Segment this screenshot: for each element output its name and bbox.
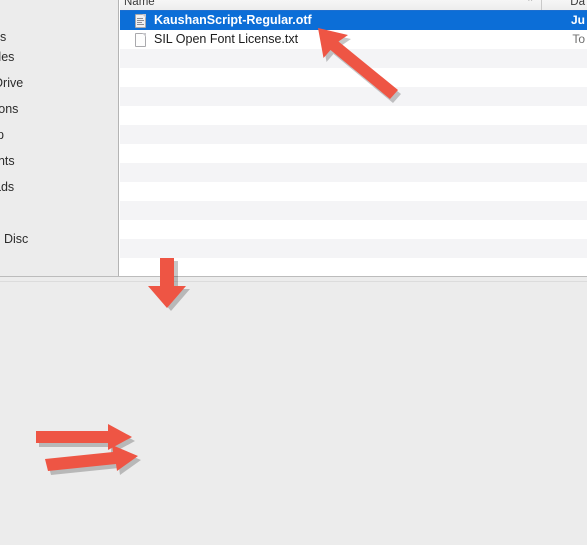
column-header-name[interactable]: Name <box>124 0 155 9</box>
sidebar-item-5[interactable]: ents <box>0 151 119 171</box>
sidebar-item-label: p <box>0 128 4 142</box>
font-file-icon <box>135 14 146 28</box>
sidebar-item-label: Files <box>0 50 15 64</box>
file-name: KaushanScript-Regular.otf <box>154 13 312 27</box>
sidebar-item-label: s <box>0 30 7 44</box>
sidebar-item-label: ads <box>0 180 15 194</box>
file-name: SIL Open Font License.txt <box>154 32 299 46</box>
sidebar-item-1[interactable]: Files <box>0 47 119 67</box>
sidebar-item-3[interactable]: tions <box>0 99 119 119</box>
empty-row[interactable] <box>120 220 587 239</box>
sidebar-item-2[interactable]: Drive <box>0 73 119 93</box>
file-date: Ju <box>570 13 585 27</box>
file-browser-pane: s Files Drive tions p ents ads Disc <box>0 0 587 276</box>
arrow-pointing-to-selected-file <box>318 28 418 112</box>
arrow-pointing-to-watchkit-app-checkbox <box>45 445 163 477</box>
divider <box>0 281 587 282</box>
chevron-up-icon[interactable]: ⌃ <box>526 0 534 8</box>
sidebar-item-0[interactable]: s <box>0 27 119 47</box>
column-divider <box>541 0 542 10</box>
sidebar-item-label: Drive <box>0 76 24 90</box>
sidebar-item-label: Disc <box>4 232 29 246</box>
empty-row[interactable] <box>120 163 587 182</box>
sidebar-item-label: tions <box>0 102 19 116</box>
empty-row[interactable] <box>120 239 587 258</box>
empty-row[interactable] <box>120 201 587 220</box>
sidebar-item-4[interactable]: p <box>0 125 119 145</box>
column-header-row[interactable]: Name ⌃ Da <box>120 0 587 11</box>
import-options-pane: Destination: Copy items if needed Added … <box>0 276 587 545</box>
text-file-icon <box>135 33 146 47</box>
finder-sidebar[interactable]: s Files Drive tions p ents ads Disc <box>0 0 119 276</box>
sidebar-item-label: ents <box>0 154 15 168</box>
empty-row[interactable] <box>120 182 587 201</box>
add-files-dialog: s Files Drive tions p ents ads Disc <box>0 0 587 545</box>
column-header-date[interactable]: Da <box>570 0 585 9</box>
file-date: To <box>572 32 585 46</box>
empty-row[interactable] <box>120 144 587 163</box>
sidebar-item-6[interactable]: ads <box>0 177 119 197</box>
arrow-pointing-to-copy-items-checkbox <box>146 258 202 316</box>
empty-row[interactable] <box>120 125 587 144</box>
sidebar-item-7[interactable]: Disc <box>4 229 119 249</box>
